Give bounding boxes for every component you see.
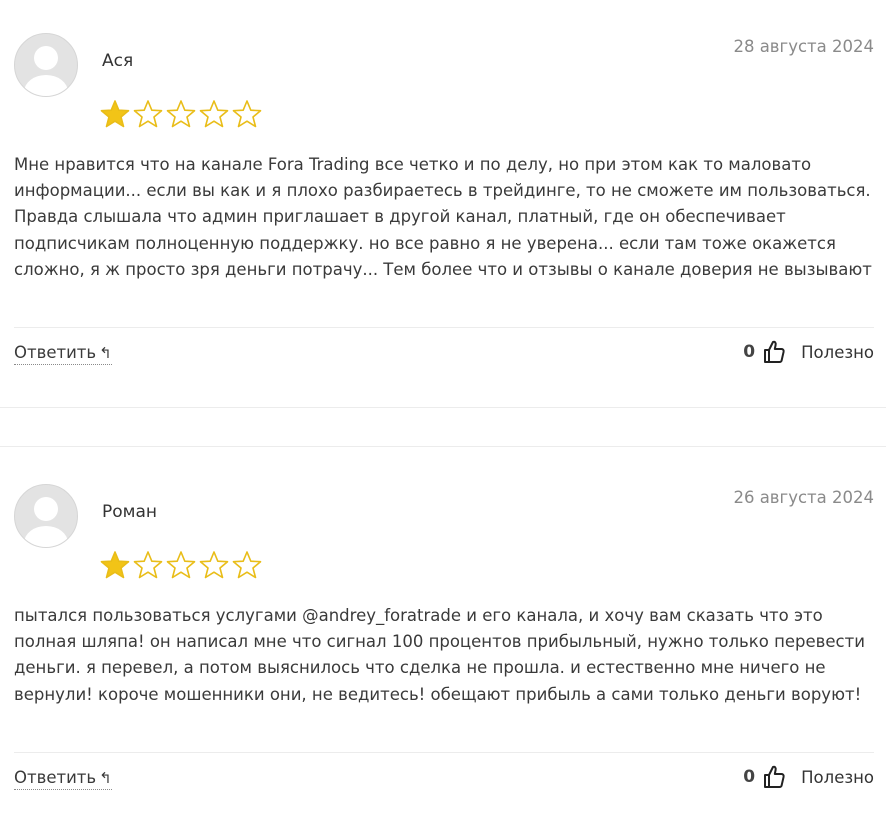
reply-label: Ответить xyxy=(14,768,97,787)
review-author: Ася xyxy=(102,51,134,71)
helpful-control: 0 Полезно xyxy=(743,765,874,789)
helpful-label: Полезно xyxy=(801,767,874,787)
avatar xyxy=(14,484,78,548)
star-icon xyxy=(100,551,130,579)
reply-button[interactable]: Ответить ↰ xyxy=(14,343,112,365)
review-date: 26 августа 2024 xyxy=(733,488,874,507)
review-text: пытался пользоваться услугами @andrey_fo… xyxy=(14,606,865,704)
section-separator xyxy=(0,446,886,447)
review-text: Мне нравится что на канале Fora Trading … xyxy=(14,155,872,279)
helpful-count: 0 xyxy=(743,767,756,787)
rating-stars xyxy=(100,550,262,580)
reply-arrow-icon: ↰ xyxy=(99,769,112,787)
star-icon xyxy=(166,100,196,128)
star-icon xyxy=(166,551,196,579)
helpful-label: Полезно xyxy=(801,342,874,362)
star-icon xyxy=(199,551,229,579)
reply-arrow-icon: ↰ xyxy=(99,344,112,362)
review-divider xyxy=(14,752,874,753)
star-icon xyxy=(100,100,130,128)
rating-stars xyxy=(100,99,262,129)
section-separator xyxy=(0,407,886,408)
review-divider xyxy=(14,327,874,328)
thumbs-up-icon[interactable] xyxy=(763,765,785,789)
user-silhouette-icon xyxy=(24,46,68,96)
star-icon xyxy=(133,100,163,128)
thumbs-up-icon[interactable] xyxy=(763,340,785,364)
helpful-control: 0 Полезно xyxy=(743,340,874,364)
star-icon xyxy=(232,551,262,579)
star-icon xyxy=(232,100,262,128)
helpful-count: 0 xyxy=(743,342,756,362)
review-author: Роман xyxy=(102,502,158,522)
reply-button[interactable]: Ответить ↰ xyxy=(14,768,112,790)
reply-label: Ответить xyxy=(14,343,97,362)
star-icon xyxy=(199,100,229,128)
star-icon xyxy=(133,551,163,579)
user-silhouette-icon xyxy=(24,497,68,547)
review-date: 28 августа 2024 xyxy=(733,37,874,56)
avatar xyxy=(14,33,78,97)
